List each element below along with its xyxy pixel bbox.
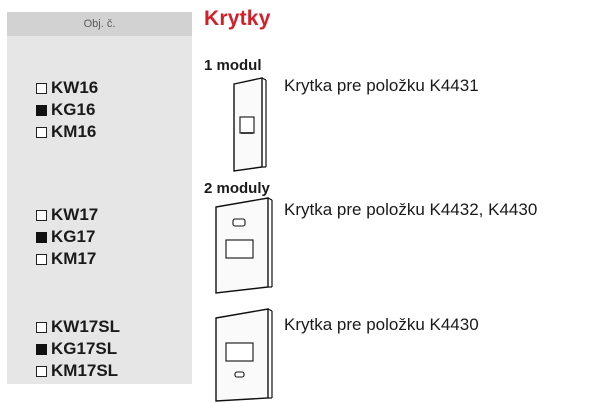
code-list-group-3: KW17SL KG17SL KM17SL bbox=[36, 316, 120, 382]
filled-square-icon bbox=[36, 343, 47, 355]
group-3-description: Krytka pre položku K4430 bbox=[284, 315, 479, 334]
empty-square-icon bbox=[36, 253, 47, 265]
empty-square-icon bbox=[36, 82, 47, 94]
code-item: KW16 bbox=[36, 77, 98, 99]
group-1-description: Krytka pre položku K4431 bbox=[284, 76, 479, 95]
code-label: KG17 bbox=[51, 227, 96, 246]
code-label: KW16 bbox=[51, 78, 99, 97]
code-item: KW17 bbox=[36, 204, 98, 226]
code-label: KW17 bbox=[51, 205, 99, 224]
code-label: KG17SL bbox=[51, 339, 118, 358]
filled-square-icon bbox=[36, 104, 47, 116]
double-module-cover-icon bbox=[215, 197, 273, 294]
code-item: KW17SL bbox=[36, 316, 120, 338]
code-item: KG17SL bbox=[36, 338, 120, 360]
code-column-label: Obj. č. bbox=[83, 18, 116, 30]
code-label: KM17 bbox=[51, 249, 97, 268]
page-title: Krytky bbox=[204, 7, 271, 30]
code-list-group-1: KW16 KG16 KM16 bbox=[36, 77, 98, 143]
code-item: KM17 bbox=[36, 248, 98, 270]
single-module-cover-icon bbox=[233, 77, 267, 172]
code-label: KW17SL bbox=[51, 317, 120, 336]
double-module-cover-sl-icon bbox=[215, 308, 273, 402]
code-list-group-2: KW17 KG17 KM17 bbox=[36, 204, 98, 270]
code-label: KM16 bbox=[51, 122, 97, 141]
empty-square-icon bbox=[36, 365, 47, 377]
code-item: KM16 bbox=[36, 121, 98, 143]
code-item: KM17SL bbox=[36, 360, 120, 382]
code-label: KM17SL bbox=[51, 361, 119, 380]
group-2-description: Krytka pre položku K4432, K4430 bbox=[284, 200, 538, 219]
code-item: KG17 bbox=[36, 226, 98, 248]
filled-square-icon bbox=[36, 231, 47, 243]
empty-square-icon bbox=[36, 321, 47, 333]
section-label-1-modul: 1 modul bbox=[204, 57, 262, 74]
code-item: KG16 bbox=[36, 99, 98, 121]
code-label: KG16 bbox=[51, 100, 96, 119]
empty-square-icon bbox=[36, 209, 47, 221]
empty-square-icon bbox=[36, 126, 47, 138]
